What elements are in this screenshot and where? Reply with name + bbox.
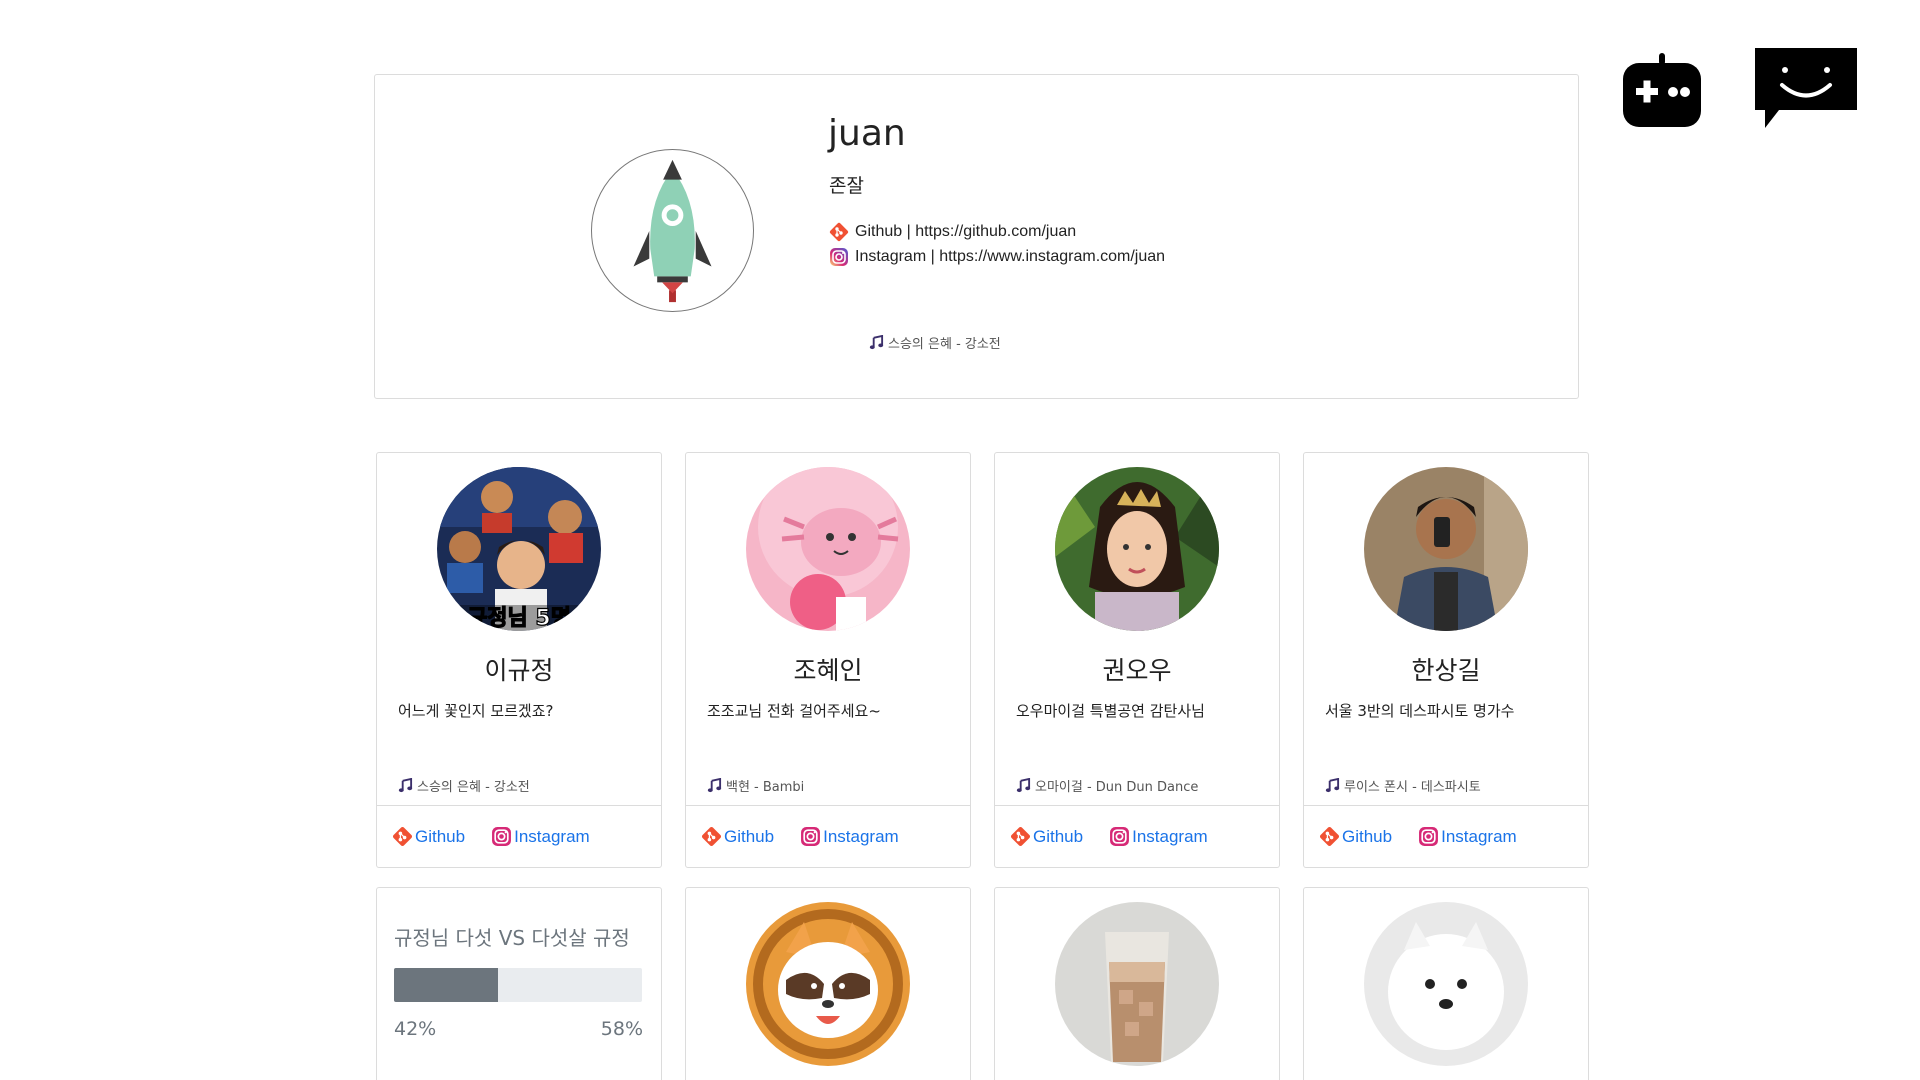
- vote-title: 규정님 다섯 VS 다섯살 규정: [394, 926, 630, 950]
- member-card: 권오우 오우마이걸 특별공연 감탄사님 오마이걸 - Dun Dun Dance…: [994, 452, 1280, 868]
- member-desc: 조조교님 전화 걸어주세요~: [707, 702, 881, 720]
- member-music: 백현 - Bambi: [707, 776, 804, 795]
- vote-left-percent: 42%: [394, 1018, 437, 1040]
- member-music: 스승의 은혜 - 강소전: [398, 776, 530, 795]
- member-links: Github Instagram: [686, 805, 970, 867]
- rocket-icon: [633, 159, 712, 303]
- instagram-link-label: Instagram: [823, 826, 899, 846]
- member-avatar: [1364, 467, 1528, 631]
- instagram-icon: [1418, 826, 1439, 847]
- instagram-link[interactable]: Instagram: [1418, 826, 1517, 847]
- member-avatar: [1055, 902, 1219, 1066]
- git-logo-icon: [392, 826, 413, 847]
- member-music-text: 스승의 은혜 - 강소전: [417, 780, 530, 795]
- github-link[interactable]: Github: [1319, 826, 1392, 847]
- member-card: [685, 887, 971, 1080]
- member-name: 한상길: [1411, 656, 1481, 685]
- github-link[interactable]: Github: [1010, 826, 1083, 847]
- instagram-link-label: Instagram: [1441, 826, 1517, 846]
- github-link-label: Github: [1033, 826, 1084, 846]
- instagram-link-label: Instagram: [514, 826, 590, 846]
- music-note-icon: [707, 778, 722, 793]
- member-name: 조혜인: [793, 656, 863, 685]
- vote-progress-bar[interactable]: [394, 968, 642, 1002]
- gamepad-icon[interactable]: [1623, 53, 1701, 131]
- member-links: Github Instagram: [1304, 805, 1588, 867]
- instagram-icon: [800, 826, 821, 847]
- profile-links: Github | https://github.com/juan Instagr…: [829, 219, 1165, 269]
- github-link-label: Github: [415, 826, 466, 846]
- github-link-label: Github: [1342, 826, 1393, 846]
- member-card: 한상길 서울 3반의 데스파시토 명가수 루이스 폰시 - 데스파시토 Gith…: [1303, 452, 1589, 868]
- member-avatar: [746, 467, 910, 631]
- member-desc: 오우마이걸 특별공연 감탄사님: [1016, 702, 1205, 720]
- profile-github-link[interactable]: Github | https://github.com/juan: [829, 219, 1165, 244]
- github-link[interactable]: Github: [392, 826, 465, 847]
- instagram-link[interactable]: Instagram: [1109, 826, 1208, 847]
- vote-card: 규정님 다섯 VS 다섯살 규정 42% 58%: [376, 887, 662, 1080]
- member-avatar: [1364, 902, 1528, 1066]
- member-name: 권오우: [1102, 656, 1172, 685]
- member-music: 루이스 폰시 - 데스파시토: [1325, 776, 1481, 795]
- vote-progress-fill: [394, 968, 499, 1002]
- git-logo-icon: [1319, 826, 1340, 847]
- instagram-link[interactable]: Instagram: [491, 826, 590, 847]
- member-avatar: [1055, 467, 1219, 631]
- member-name: 이규정: [484, 656, 554, 685]
- instagram-icon: [491, 826, 512, 847]
- profile-avatar: [591, 149, 754, 312]
- instagram-icon: [1109, 826, 1130, 847]
- profile-status: 존잘: [829, 175, 864, 197]
- member-music-text: 루이스 폰시 - 데스파시토: [1344, 780, 1481, 795]
- git-logo-icon: [829, 222, 849, 242]
- instagram-link-label: Instagram: [1132, 826, 1208, 846]
- avatar-caption: 규정님 5명: [467, 606, 571, 631]
- github-link[interactable]: Github: [701, 826, 774, 847]
- member-card: [994, 887, 1280, 1080]
- vote-right-percent: 58%: [600, 1018, 643, 1040]
- member-card: [1303, 887, 1589, 1080]
- member-card: 규정님 5명 이규정 어느게 꽃인지 모르겠죠? 스승의 은혜 - 강소전 Gi…: [376, 452, 662, 868]
- profile-music-text: 스승의 은혜 - 강소전: [888, 337, 1001, 352]
- member-desc: 어느게 꽃인지 모르겠죠?: [398, 702, 554, 720]
- git-logo-icon: [701, 826, 722, 847]
- member-desc: 서울 3반의 데스파시토 명가수: [1325, 702, 1515, 720]
- profile-music: 스승의 은혜 - 강소전: [869, 333, 1001, 352]
- profile-github-text: Github | https://github.com/juan: [855, 222, 1077, 240]
- instagram-link[interactable]: Instagram: [800, 826, 899, 847]
- member-music-text: 오마이걸 - Dun Dun Dance: [1035, 780, 1199, 795]
- profile-name: juan: [828, 113, 906, 154]
- member-music-text: 백현 - Bambi: [726, 780, 805, 795]
- music-note-icon: [1016, 778, 1031, 793]
- member-avatar: 규정님 5명: [437, 467, 601, 631]
- music-note-icon: [869, 335, 884, 350]
- profile-card: juan 존잘 Github | https://github.com/juan…: [374, 74, 1579, 399]
- music-note-icon: [1325, 778, 1340, 793]
- git-logo-icon: [1010, 826, 1031, 847]
- member-links: Github Instagram: [377, 805, 661, 867]
- music-note-icon: [398, 778, 413, 793]
- profile-instagram-link[interactable]: Instagram | https://www.instagram.com/ju…: [829, 244, 1165, 269]
- instagram-icon: [829, 247, 849, 267]
- github-link-label: Github: [724, 826, 775, 846]
- member-card: 조혜인 조조교님 전화 걸어주세요~ 백현 - Bambi Github Ins…: [685, 452, 971, 868]
- member-links: Github Instagram: [995, 805, 1279, 867]
- member-music: 오마이걸 - Dun Dun Dance: [1016, 776, 1198, 795]
- member-avatar: [746, 902, 910, 1066]
- chat-smile-icon[interactable]: [1755, 48, 1857, 130]
- profile-instagram-text: Instagram | https://www.instagram.com/ju…: [855, 247, 1166, 265]
